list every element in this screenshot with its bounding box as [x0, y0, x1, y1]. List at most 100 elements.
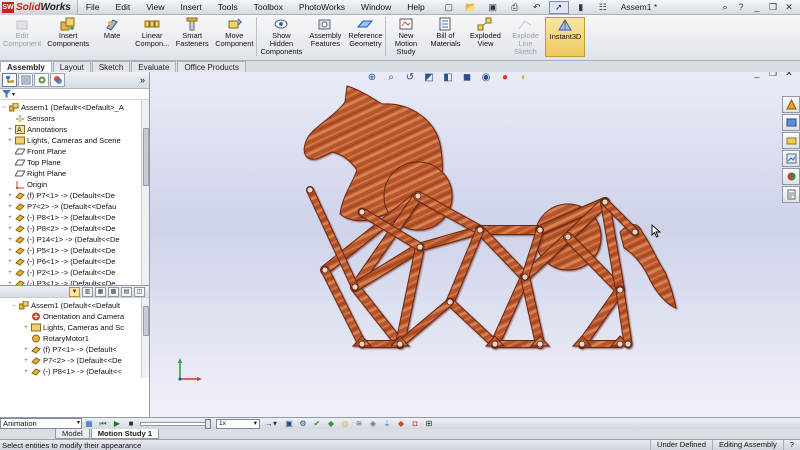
expand-icon[interactable]: +	[6, 138, 14, 144]
edit-component-button[interactable]: Edit Component	[0, 17, 44, 48]
status-help-button[interactable]: ?	[782, 439, 800, 450]
menu-item-insert[interactable]: Insert	[172, 0, 209, 15]
menu-item-toolbox[interactable]: Toolbox	[246, 0, 291, 15]
expand-icon[interactable]: +	[6, 259, 14, 265]
bottom-tab-model[interactable]: Model	[55, 429, 90, 439]
motor-icon[interactable]: ◎	[338, 418, 352, 429]
tree-item[interactable]: + (-) P3<1> -> (Default<<De	[0, 278, 149, 285]
tree-item[interactable]: Orientation and Camera	[0, 311, 149, 322]
configuration-manager-tab[interactable]	[34, 73, 49, 87]
pivot-pin[interactable]	[536, 340, 544, 348]
motion-filter-driving-icon[interactable]: ▦	[95, 286, 106, 297]
pivot-pin[interactable]	[476, 226, 484, 234]
horse-tail[interactable]	[619, 224, 677, 309]
print-icon[interactable]: ⎙	[505, 1, 525, 14]
menu-item-view[interactable]: View	[138, 0, 172, 15]
help-icon[interactable]: ?	[734, 1, 748, 13]
pivot-pin[interactable]	[578, 340, 586, 348]
mate-button[interactable]: Mate	[92, 17, 132, 40]
cmd-tab-office-products[interactable]: Office Products	[177, 61, 246, 72]
bottom-tab-motion-study-1[interactable]: Motion Study 1	[90, 429, 160, 439]
pivot-pin[interactable]	[358, 340, 366, 348]
collapse-icon[interactable]: −	[0, 105, 8, 111]
expand-icon[interactable]: +	[6, 127, 14, 133]
expand-panel-icon[interactable]: »	[140, 75, 145, 85]
collapse-motion-manager-icon[interactable]: ⊞	[422, 418, 436, 429]
view-palette-icon[interactable]	[782, 150, 800, 167]
minimize-window-button[interactable]: _	[750, 1, 764, 13]
app-logo[interactable]: SW SolidWorks	[0, 0, 78, 15]
tree-item[interactable]: Top Plane	[0, 157, 149, 168]
expand-icon[interactable]: +	[6, 215, 14, 221]
instant3d-button[interactable]: Instant3D	[545, 17, 586, 57]
graphics-area[interactable]: ⊕ ⌕ ↺ ◩ ◧ ◼ ◉ ● ◐ _ ❐ ✕	[150, 72, 800, 417]
expand-icon[interactable]: +	[22, 347, 30, 353]
tree-item[interactable]: + Lights, Cameras and Sc	[0, 322, 149, 333]
display-manager-tab[interactable]	[50, 73, 65, 87]
pivot-pin[interactable]	[358, 208, 366, 216]
motion-filter-results-icon[interactable]: ▤	[121, 286, 132, 297]
gravity-icon[interactable]: ⇣	[380, 418, 394, 429]
playback-mode-icon[interactable]: →▾	[260, 418, 282, 429]
pivot-pin[interactable]	[351, 283, 359, 291]
open-icon[interactable]: 📂	[461, 1, 481, 14]
playback-position-slider[interactable]	[140, 418, 211, 429]
menu-item-photoworks[interactable]: PhotoWorks	[291, 0, 353, 15]
filter-dropdown-icon[interactable]: ▾	[12, 91, 15, 98]
playback-slider-knob[interactable]	[205, 418, 211, 429]
file-explorer-icon[interactable]	[782, 132, 800, 149]
save-icon[interactable]: ▣	[483, 1, 503, 14]
tree-item[interactable]: Right Plane	[0, 168, 149, 179]
close-window-button[interactable]: ✕	[782, 1, 796, 13]
motion-filter-selected-icon[interactable]: ▩	[108, 286, 119, 297]
tree-item[interactable]: Front Plane	[0, 146, 149, 157]
move-component-button[interactable]: Move Component	[212, 17, 256, 48]
pivot-pin[interactable]	[601, 198, 609, 206]
expand-icon[interactable]: +	[22, 325, 30, 331]
menu-item-file[interactable]: File	[78, 0, 108, 15]
tree-root[interactable]: − Assem1 (Default<<Default>_A	[0, 102, 149, 113]
show-hidden-button[interactable]: Show Hidden Components	[256, 17, 305, 56]
pivot-pin[interactable]	[616, 286, 624, 294]
horse-linkage-model[interactable]	[150, 72, 800, 417]
study-type-select[interactable]: Animation ▾	[0, 418, 82, 429]
cmd-tab-sketch[interactable]: Sketch	[91, 61, 131, 72]
tree-item[interactable]: + (f) P7<1> -> (Default<	[0, 344, 149, 355]
tree-item[interactable]: + (-) P5<1> -> (Default<<De	[0, 245, 149, 256]
pivot-pin[interactable]	[616, 340, 624, 348]
motion-tree-root[interactable]: − Assem1 (Default<<Default	[0, 300, 149, 311]
tree-item[interactable]: + A Annotations	[0, 124, 149, 135]
select-pointer-icon[interactable]: ➚	[548, 0, 569, 14]
expand-icon[interactable]: +	[6, 204, 14, 210]
assembly-features-button[interactable]: Assembly Features	[305, 17, 345, 48]
custom-properties-icon[interactable]	[782, 186, 800, 203]
motion-grow-icon[interactable]: ◫	[134, 286, 145, 297]
study-properties-icon[interactable]: ◘	[408, 418, 422, 429]
insert-components-button[interactable]: Insert Components	[44, 17, 92, 48]
tree-item[interactable]: + (-) P8<1> -> (Default<<De	[0, 212, 149, 223]
expand-icon[interactable]: +	[6, 193, 14, 199]
solidworks-resources-icon[interactable]	[782, 96, 800, 113]
rebuild-icon[interactable]: ▮	[571, 1, 591, 14]
spring-icon[interactable]: ≋	[352, 418, 366, 429]
expand-icon[interactable]: +	[6, 270, 14, 276]
property-manager-tab[interactable]	[18, 73, 33, 87]
tree-item[interactable]: + (-) P8<2> -> (Default<<De	[0, 223, 149, 234]
motion-filter-animated-icon[interactable]: ▥	[82, 286, 93, 297]
tree-item[interactable]: RotaryMotor1	[0, 333, 149, 344]
pivot-pin[interactable]	[536, 226, 544, 234]
motion-tree-scrollbar-thumb[interactable]	[143, 306, 149, 336]
motion-filter-icon[interactable]: ▼	[69, 286, 80, 297]
appearances-scenes-icon[interactable]	[782, 168, 800, 185]
bill-of-materials-button[interactable]: Bill of Materials	[425, 17, 465, 48]
autokey-icon[interactable]: ✔	[310, 418, 324, 429]
search-icon[interactable]: ⌕	[718, 1, 732, 13]
reference-geometry-button[interactable]: Reference Geometry	[345, 17, 385, 48]
tree-scrollbar-thumb[interactable]	[143, 128, 149, 186]
restore-window-button[interactable]: ❐	[766, 1, 780, 13]
expand-icon[interactable]: +	[6, 226, 14, 232]
expand-icon[interactable]: +	[6, 237, 14, 243]
calculate-icon[interactable]: ▦	[82, 418, 96, 429]
new-motion-study-button[interactable]: New Motion Study	[385, 17, 425, 56]
add-update-key-icon[interactable]: ◆	[324, 418, 338, 429]
